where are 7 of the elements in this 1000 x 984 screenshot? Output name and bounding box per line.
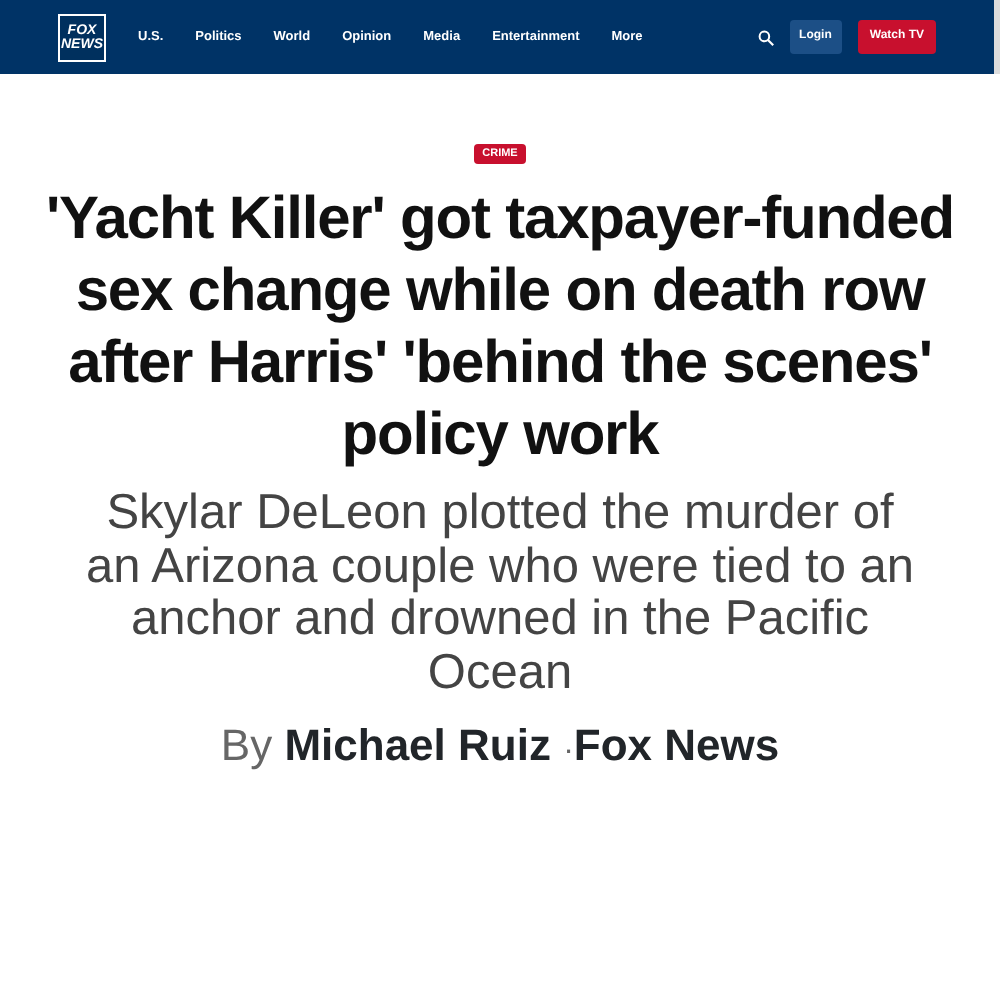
byline-separator: ·: [563, 734, 574, 768]
author-link[interactable]: Michael Ruiz: [284, 720, 551, 770]
search-icon[interactable]: [757, 29, 774, 45]
headline: 'Yacht Killer' got taxpayer-funded sex change while on death row after Harris' 'behind the scenes' policy work: [44, 184, 956, 472]
byline-prefix: By: [220, 720, 273, 770]
outlet-link[interactable]: Fox News: [573, 720, 780, 770]
subheadline: Skylar DeLeon plotted the murder of an Arizona couple who were tied to an anchor and drowned in the Pacific Ocean: [83, 488, 917, 700]
